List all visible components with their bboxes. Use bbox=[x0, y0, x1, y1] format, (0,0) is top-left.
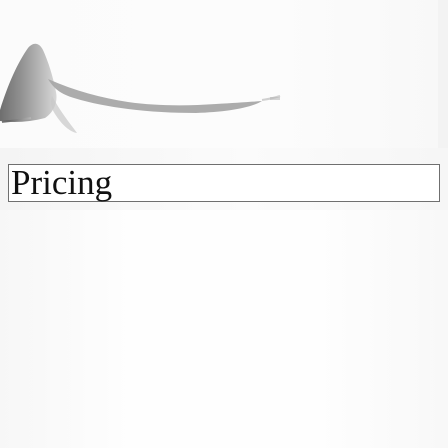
content-area bbox=[0, 210, 448, 448]
hero-image bbox=[0, 0, 448, 148]
page-title: Pricing bbox=[11, 163, 113, 202]
hero-image-graphic bbox=[0, 0, 448, 148]
pricing-section-header: Pricing bbox=[8, 164, 440, 202]
page: Pricing bbox=[0, 0, 448, 448]
